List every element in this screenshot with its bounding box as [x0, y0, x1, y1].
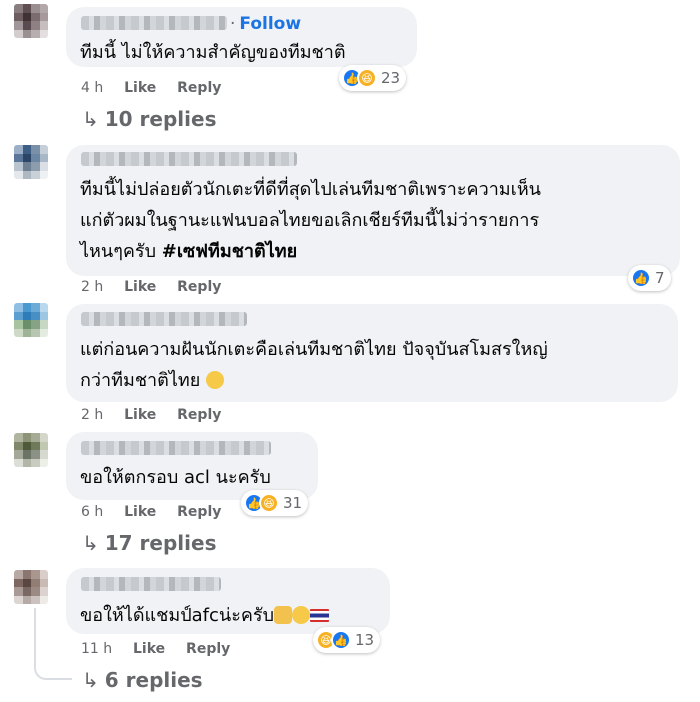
- comment-text: แก่ตัวผมในฐานะแฟนบอลไทยขอเลิกเชียร์ทีมนี…: [80, 210, 540, 231]
- timestamp[interactable]: 6 h: [81, 504, 103, 520]
- like-icon: 👍: [331, 630, 351, 650]
- follow-link[interactable]: · Follow: [230, 14, 301, 34]
- haha-icon: 😆: [357, 68, 377, 88]
- like-button[interactable]: Like: [133, 641, 165, 657]
- comment-text: แต่ก่อนความฝันนักเตะคือเล่นทีมชาติไทย ปั…: [80, 339, 548, 360]
- reply-button[interactable]: Reply: [177, 407, 221, 423]
- reply-button[interactable]: Reply: [177, 279, 221, 295]
- comment-actions: 2 h Like Reply: [81, 279, 237, 295]
- comment-4: ขอให้ตกรอบ acl นะครับ 6 h Like Reply 👍 😆…: [0, 428, 700, 568]
- avatar[interactable]: [14, 433, 48, 467]
- reaction-summary[interactable]: 👍 7: [628, 265, 671, 291]
- comment-text: ไหนๆครับ #เซฟทีมชาติไทย: [80, 241, 298, 262]
- timestamp[interactable]: 2 h: [81, 279, 103, 295]
- like-button[interactable]: Like: [124, 279, 156, 295]
- reply-button[interactable]: Reply: [186, 641, 230, 657]
- comment-actions: 11 h Like Reply: [81, 641, 246, 657]
- relieved-emoji: [292, 606, 310, 624]
- like-button[interactable]: Like: [124, 504, 156, 520]
- thai-flag-emoji: [310, 609, 329, 622]
- reaction-count: 31: [283, 494, 303, 512]
- timestamp[interactable]: 4 h: [81, 80, 103, 96]
- comment-actions: 2 h Like Reply: [81, 407, 237, 423]
- reply-arrow-icon: ↳: [82, 531, 99, 555]
- like-button[interactable]: Like: [124, 407, 156, 423]
- reply-button[interactable]: Reply: [177, 504, 221, 520]
- timestamp[interactable]: 11 h: [81, 641, 112, 657]
- avatar[interactable]: [14, 570, 48, 604]
- comment-actions: 6 h Like Reply: [81, 504, 237, 520]
- reaction-count: 13: [355, 631, 375, 649]
- avatar[interactable]: [14, 303, 48, 337]
- reaction-summary[interactable]: 👍 😆 23: [339, 65, 407, 91]
- comment-text: กว่าทีมชาติไทย: [80, 365, 225, 396]
- rolling-eyes-emoji: [206, 371, 225, 389]
- reply-arrow-icon: ↳: [82, 107, 99, 131]
- reaction-summary[interactable]: 👍 😆 31: [241, 490, 309, 516]
- reply-arrow-icon: ↳: [82, 668, 99, 692]
- timestamp[interactable]: 2 h: [81, 407, 103, 423]
- comment-text: ทีมนี้ไม่ปล่อยตัวนักเตะที่ดีที่สุดไปเล่น…: [80, 179, 541, 200]
- hashtag-link[interactable]: #เซฟทีมชาติไทย: [162, 241, 297, 262]
- comment-text: ขอให้ได้แชมป์afcน่ะครับ: [80, 600, 329, 631]
- view-replies-link[interactable]: ↳ 17 replies: [82, 531, 216, 555]
- author-name-blurred[interactable]: [81, 16, 227, 30]
- pray-emoji: [274, 606, 292, 624]
- comment-text: ทีมนี้ ไม่ให้ความสำคัญของทีมชาติ: [80, 42, 346, 63]
- like-button[interactable]: Like: [124, 80, 156, 96]
- author-name-blurred[interactable]: [81, 152, 297, 166]
- reaction-summary[interactable]: 😆 👍 13: [313, 627, 381, 653]
- view-replies-link[interactable]: ↳ 6 replies: [82, 668, 203, 692]
- like-icon: 👍: [631, 268, 651, 288]
- author-name-blurred[interactable]: [81, 441, 271, 455]
- avatar[interactable]: [14, 4, 48, 38]
- author-name-blurred[interactable]: [81, 577, 221, 591]
- comment-1: · Follow ทีมนี้ ไม่ให้ความสำคัญของทีมชาติ…: [0, 0, 700, 140]
- comment-text: ขอให้ตกรอบ acl นะครับ: [80, 467, 271, 488]
- author-name-blurred[interactable]: [81, 312, 247, 326]
- haha-icon: 😆: [259, 493, 279, 513]
- avatar[interactable]: [14, 145, 48, 179]
- reply-button[interactable]: Reply: [177, 80, 221, 96]
- comment-3: แต่ก่อนความฝันนักเตะคือเล่นทีมชาติไทย ปั…: [0, 300, 700, 428]
- reaction-count: 23: [381, 69, 401, 87]
- comment-2: ทีมนี้ไม่ปล่อยตัวนักเตะที่ดีที่สุดไปเล่น…: [0, 140, 700, 300]
- comment-5: ขอให้ได้แชมป์afcน่ะครับ 11 h Like Reply …: [0, 568, 700, 702]
- reaction-count: 7: [655, 269, 665, 287]
- comment-actions: 4 h Like Reply: [81, 80, 237, 96]
- view-replies-link[interactable]: ↳ 10 replies: [82, 107, 216, 131]
